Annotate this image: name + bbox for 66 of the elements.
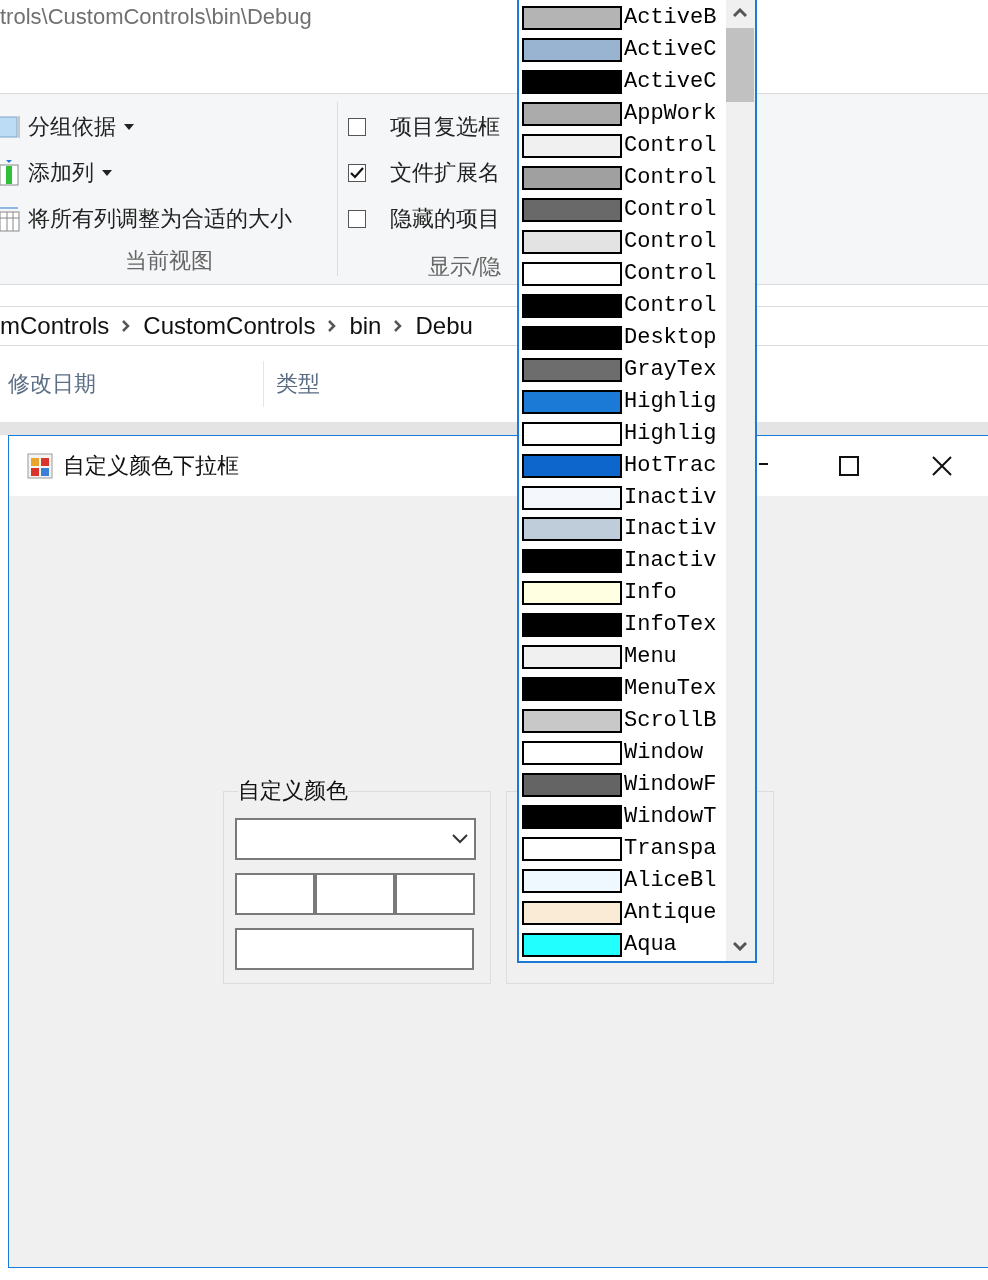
window-title: 自定义颜色下拉框 xyxy=(63,452,239,480)
ribbon-button[interactable]: 分组依据 xyxy=(28,112,116,142)
scrollbar[interactable] xyxy=(725,0,755,961)
chevron-icon xyxy=(452,834,468,844)
list-item[interactable]: Control xyxy=(522,193,726,226)
checkbox[interactable] xyxy=(348,118,366,136)
ribbon-button[interactable]: 添加列 xyxy=(28,158,94,188)
list-item[interactable]: Info xyxy=(522,577,726,610)
ribbon-button[interactable]: 将所有列调整为合适的大小 xyxy=(28,204,292,234)
list-item[interactable]: MenuTex xyxy=(522,673,726,706)
column-header[interactable]: 修改日期 xyxy=(8,369,96,399)
list-item[interactable]: Transpa xyxy=(522,833,726,866)
color-dropdown[interactable] xyxy=(235,818,476,860)
checkbox-label[interactable]: 隐藏的项目 xyxy=(390,204,500,234)
chevron-icon xyxy=(393,320,404,332)
list-item[interactable]: InfoTex xyxy=(522,609,726,642)
list-item[interactable]: GrayTex xyxy=(522,353,726,386)
group-label: 显示/隐 xyxy=(428,254,502,279)
input-field[interactable] xyxy=(315,873,395,915)
list-item[interactable]: ScrollB xyxy=(522,705,726,738)
list-item[interactable]: Inactiv xyxy=(522,513,726,546)
window-title: trols\CustomControls\bin\Debug xyxy=(0,4,312,29)
list-item[interactable]: WindowT xyxy=(522,801,726,834)
list-item[interactable]: Control xyxy=(522,289,726,322)
list-item[interactable]: AppWork xyxy=(522,97,726,130)
list-item[interactable]: WindowF xyxy=(522,769,726,802)
list-item[interactable]: Control xyxy=(522,161,726,194)
list-item[interactable]: Inactiv xyxy=(522,481,726,514)
breadcrumb[interactable]: mControls xyxy=(0,312,110,340)
maximize-icon[interactable] xyxy=(837,455,860,477)
close-icon[interactable] xyxy=(930,455,953,477)
list-item[interactable]: ActiveB xyxy=(522,2,726,34)
list-item[interactable]: Aqua xyxy=(522,929,726,962)
checkbox[interactable] xyxy=(348,210,366,228)
scroll-up-icon[interactable] xyxy=(733,8,748,18)
list-item[interactable]: Window xyxy=(522,737,726,770)
breadcrumb[interactable]: CustomControls xyxy=(143,312,316,340)
list-item[interactable]: Control xyxy=(522,129,726,162)
checkbox[interactable] xyxy=(348,164,366,182)
list-item[interactable]: Control xyxy=(522,257,726,290)
checkbox-label[interactable]: 项目复选框 xyxy=(390,112,500,142)
breadcrumb[interactable]: bin xyxy=(349,312,382,340)
list-item[interactable]: Highlig xyxy=(522,417,726,450)
chevron-icon xyxy=(327,320,338,332)
chevron-icon xyxy=(121,320,132,332)
group-label: 当前视图 xyxy=(123,247,214,275)
list-item[interactable]: Desktop xyxy=(522,321,726,354)
list-item[interactable]: ActiveC xyxy=(522,33,726,66)
list-item[interactable]: ActiveC xyxy=(522,65,726,98)
scroll-thumb[interactable] xyxy=(726,28,755,102)
list-item[interactable]: Highlig xyxy=(522,385,726,418)
list-item[interactable]: HotTrac xyxy=(522,449,726,482)
breadcrumb[interactable]: Debu xyxy=(415,312,473,340)
list-item[interactable]: Menu xyxy=(522,641,726,674)
list-item[interactable]: AliceBl xyxy=(522,865,726,898)
list-item[interactable]: Antique xyxy=(522,897,726,930)
checkbox-label[interactable]: 文件扩展名 xyxy=(390,158,500,188)
group-by-icon xyxy=(0,116,20,138)
input-field[interactable] xyxy=(235,928,474,970)
scroll-down-icon[interactable] xyxy=(733,941,748,951)
app-icon xyxy=(27,453,53,479)
list-item[interactable]: Control xyxy=(522,225,726,258)
input-field[interactable] xyxy=(235,873,315,915)
input-field[interactable] xyxy=(395,873,475,915)
list-item[interactable]: Inactiv xyxy=(522,545,726,578)
column-header[interactable]: 类型 xyxy=(276,369,320,399)
